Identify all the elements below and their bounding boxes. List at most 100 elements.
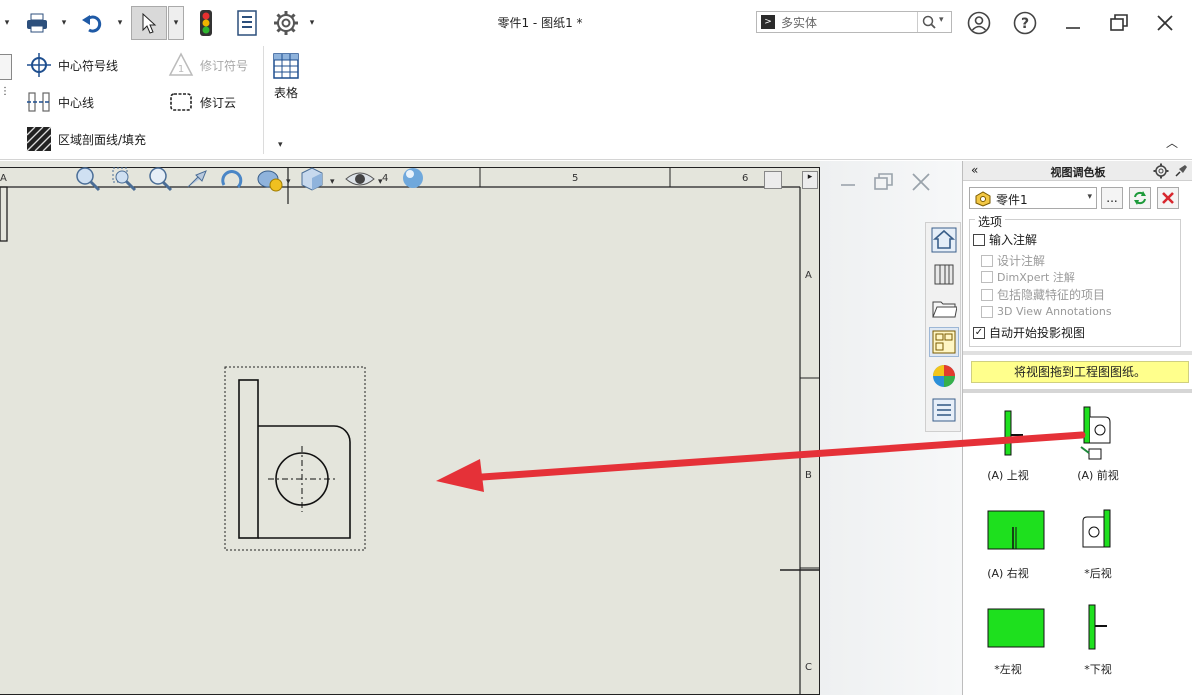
revision-symbol-button[interactable]: 1 修订符号 [168, 52, 248, 78]
refresh-button[interactable] [1129, 187, 1151, 209]
center-line-button[interactable]: 中心线 [26, 89, 94, 115]
part-select-value: 零件1 [996, 193, 1028, 207]
table-button[interactable]: 表格 [270, 52, 302, 101]
design-annotations-checkbox[interactable]: 设计注解 [981, 252, 1045, 269]
include-hidden-checkbox[interactable]: 包括隐藏特征的项目 [981, 286, 1105, 303]
back-view-icon [1082, 509, 1111, 548]
browse-button[interactable]: ... [1101, 187, 1123, 209]
dimxpert-annotations-label: DimXpert 注解 [997, 271, 1075, 284]
center-mark-button[interactable]: 中心符号线 [26, 52, 118, 78]
sheet-frame [0, 168, 820, 695]
previous-view-icon[interactable] [256, 167, 286, 193]
svg-text:1: 1 [178, 64, 184, 75]
zoom-to-fit-icon[interactable] [74, 165, 102, 193]
view-thumbnail-left[interactable]: *左视 [963, 599, 1053, 689]
doc-minimize-icon[interactable] [838, 173, 858, 193]
table-label: 表格 [273, 86, 298, 100]
center-mark-label: 中心符号线 [58, 58, 119, 73]
auto-projected-checkbox[interactable]: ✓ 自动开始投影视图 [973, 324, 1085, 341]
ruler-number: 5 [572, 173, 579, 184]
search-dropdown-icon[interactable]: ▾ [939, 15, 944, 25]
undo-dropdown[interactable]: ▾ [114, 6, 126, 40]
view-thumbnail-back[interactable]: *后视 [1053, 501, 1143, 591]
search-icon[interactable] [917, 12, 939, 32]
checkbox-checked: ✓ [973, 326, 985, 339]
view-thumbnail-front[interactable]: (A) 前视 [1053, 401, 1143, 491]
hide-show-dropdown[interactable]: ▾ [378, 173, 383, 187]
part-select[interactable]: 零件1 ▾ [969, 187, 1097, 209]
view-orientation-dropdown[interactable]: ▾ [330, 173, 335, 187]
ribbon-cut-off-button[interactable] [0, 54, 12, 80]
design-library-tab[interactable] [929, 259, 959, 289]
search-placeholder: 多实体 [781, 16, 818, 30]
panel-divider[interactable] [963, 351, 1192, 355]
doc-close-icon[interactable] [910, 171, 932, 193]
print-dropdown[interactable]: ▾ [58, 6, 70, 40]
view-label-back: *后视 [1084, 567, 1112, 580]
select-icon[interactable] [131, 6, 167, 40]
hide-show-icon[interactable] [344, 167, 376, 191]
file-explorer-tab[interactable] [929, 293, 959, 323]
view-thumbnail-top[interactable]: (A) 上视 [963, 401, 1053, 491]
drawing-sheet[interactable]: A 4 5 6 A B C [0, 167, 820, 695]
svg-text:?: ? [1021, 16, 1029, 32]
views-splitter[interactable] [963, 389, 1192, 393]
pan-icon[interactable] [182, 165, 210, 193]
restore-icon[interactable] [1104, 6, 1134, 40]
drawing-view-front[interactable] [224, 366, 368, 552]
rebuild-traffic-light-icon[interactable] [192, 6, 220, 40]
annotations-3d-checkbox[interactable]: 3D View Annotations [981, 305, 1112, 318]
clear-button[interactable] [1157, 187, 1179, 209]
view-label-bottom: *下视 [1084, 663, 1112, 676]
view-orientation-icon[interactable] [298, 165, 326, 193]
custom-properties-tab[interactable] [929, 395, 959, 425]
help-icon[interactable]: ? [1010, 6, 1040, 40]
revision-symbol-icon: 1 [168, 52, 194, 78]
close-icon[interactable] [1150, 6, 1180, 40]
select-dropdown[interactable]: ▾ [168, 6, 184, 40]
options-dropdown[interactable]: ▾ [306, 6, 318, 40]
dimxpert-annotations-checkbox[interactable]: DimXpert 注解 [981, 269, 1075, 285]
view-palette-tab[interactable] [929, 327, 959, 357]
zoom-area-icon[interactable] [110, 165, 138, 193]
import-annotations-checkbox[interactable]: 输入注解 [973, 231, 1037, 248]
gear-icon[interactable] [270, 6, 302, 40]
ribbon-cut-off-label: ⋮ [0, 86, 10, 97]
collapse-panel-icon[interactable]: « [971, 163, 978, 177]
minimize-icon[interactable] [1058, 6, 1088, 40]
sheet-scale-icon[interactable] [764, 171, 782, 189]
top-view-icon [1004, 410, 1023, 456]
area-hatch-button[interactable]: 区域剖面线/填充 [26, 126, 146, 152]
search-input[interactable]: > 多实体 ▾ [756, 11, 952, 33]
view-label-left: *左视 [994, 663, 1022, 676]
doc-restore-icon[interactable] [872, 171, 896, 193]
rotate-icon[interactable] [218, 165, 246, 193]
heads-up-view-toolbar: ▾ ▾ ▾ [74, 165, 434, 195]
title-bar: ▾ ▾ ▾ ▾ ▾ 零件1 - 图纸1 * > 多实体 ▾ ? [0, 0, 1192, 46]
hatch-icon [26, 126, 52, 152]
revision-cloud-label: 修订云 [200, 95, 237, 110]
file-properties-icon[interactable] [232, 6, 262, 40]
appearances-tab[interactable] [929, 361, 959, 391]
print-icon[interactable] [22, 6, 52, 40]
home-icon [931, 227, 957, 253]
account-icon[interactable] [964, 6, 994, 40]
view-thumbnail-bottom[interactable]: *下视 [1053, 599, 1143, 689]
solidworks-resources-tab[interactable] [929, 225, 959, 255]
view-thumbnail-right[interactable]: (A) 右视 [963, 501, 1053, 591]
front-view-icon [1080, 406, 1111, 460]
collapse-ribbon-icon[interactable]: ︿ [1166, 134, 1178, 151]
close-icon [1162, 192, 1174, 204]
undo-icon[interactable] [78, 6, 108, 40]
pin-icon[interactable] [1173, 163, 1189, 179]
previous-view-dropdown[interactable]: ▾ [286, 173, 291, 187]
revision-cloud-button[interactable]: 修订云 [168, 89, 236, 115]
zoom-in-out-icon[interactable] [146, 165, 174, 193]
appearance-sphere-icon[interactable] [400, 165, 428, 193]
checkbox-box [981, 271, 993, 283]
dropdown-caret[interactable]: ▾ [0, 6, 14, 40]
drawing-canvas[interactable]: A 4 5 6 A B C ▾ ▾ ▾ ▸ [0, 161, 962, 695]
sheet-scroll-right-icon[interactable]: ▸ [802, 171, 818, 189]
table-dropdown-icon[interactable]: ▾ [278, 140, 283, 150]
gear-icon[interactable] [1153, 163, 1169, 179]
